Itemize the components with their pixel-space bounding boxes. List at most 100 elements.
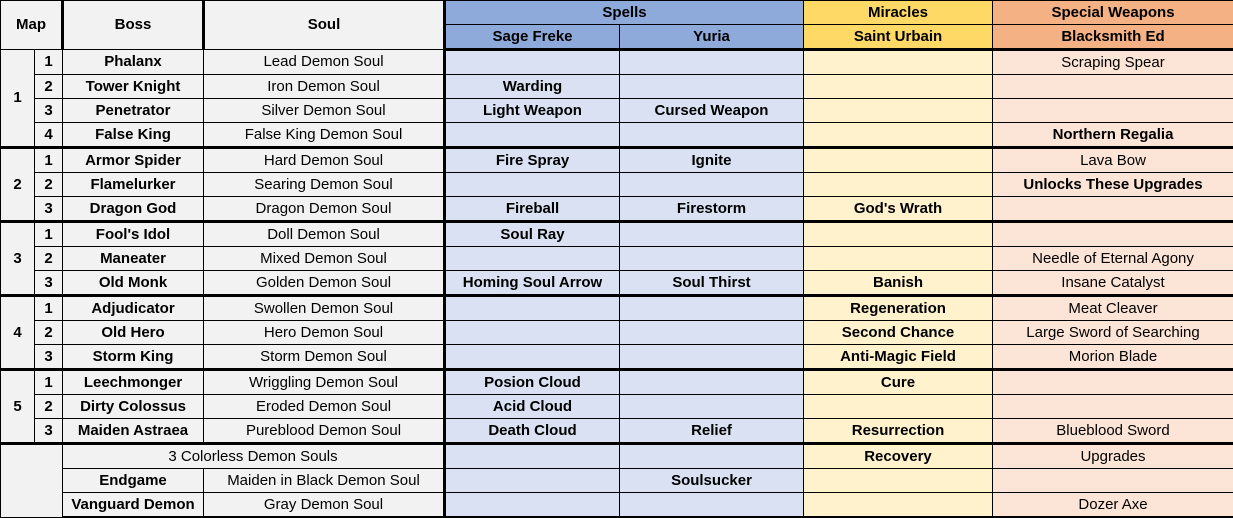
saint-urbain-miracle bbox=[804, 222, 993, 247]
boss-name: Fool's Idol bbox=[63, 222, 204, 247]
boss-name: Dirty Colossus bbox=[63, 395, 204, 419]
soul-name: Dragon Demon Soul bbox=[204, 197, 445, 222]
sage-freke-spell bbox=[445, 296, 620, 321]
soul-name: Lead Demon Soul bbox=[204, 50, 445, 75]
soul-name: Iron Demon Soul bbox=[204, 75, 445, 99]
table-row: 21Armor SpiderHard Demon SoulFire SprayI… bbox=[1, 148, 1233, 173]
boss-name: Dragon God bbox=[63, 197, 204, 222]
soul-name: Silver Demon Soul bbox=[204, 99, 445, 123]
soul-name: Golden Demon Soul bbox=[204, 271, 445, 296]
soul-name: Pureblood Demon Soul bbox=[204, 419, 445, 444]
sub-number: 1 bbox=[35, 296, 63, 321]
saint-urbain-miracle bbox=[804, 148, 993, 173]
sage-freke-spell: Fire Spray bbox=[445, 148, 620, 173]
table-row: 2Old HeroHero Demon SoulSecond ChanceLar… bbox=[1, 321, 1233, 345]
soul-name: Doll Demon Soul bbox=[204, 222, 445, 247]
sub-number: 2 bbox=[35, 247, 63, 271]
yuria-spell bbox=[620, 370, 804, 395]
sage-freke-spell bbox=[445, 493, 620, 518]
header-blacksmith-ed: Blacksmith Ed bbox=[993, 25, 1233, 50]
saint-urbain-miracle: Resurrection bbox=[804, 419, 993, 444]
soul-name: Swollen Demon Soul bbox=[204, 296, 445, 321]
soul-name: Mixed Demon Soul bbox=[204, 247, 445, 271]
saint-urbain-miracle bbox=[804, 173, 993, 197]
saint-urbain-miracle bbox=[804, 123, 993, 148]
blacksmith-ed-weapon: Northern Regalia bbox=[993, 123, 1233, 148]
blacksmith-ed-weapon bbox=[993, 99, 1233, 123]
blacksmith-ed-weapon bbox=[993, 197, 1233, 222]
yuria-spell: Cursed Weapon bbox=[620, 99, 804, 123]
boss-name: Maiden Astraea bbox=[63, 419, 204, 444]
saint-urbain-miracle: Regeneration bbox=[804, 296, 993, 321]
sub-number: 3 bbox=[35, 99, 63, 123]
boss-name: Vanguard Demon bbox=[63, 493, 204, 518]
yuria-spell bbox=[620, 173, 804, 197]
yuria-spell bbox=[620, 296, 804, 321]
sub-number: 2 bbox=[35, 395, 63, 419]
sub-number: 2 bbox=[35, 321, 63, 345]
table-row: 3Maiden AstraeaPureblood Demon SoulDeath… bbox=[1, 419, 1233, 444]
saint-urbain-miracle: Anti-Magic Field bbox=[804, 345, 993, 370]
header-special-weapons: Special Weapons bbox=[993, 1, 1233, 25]
boss-name: Maneater bbox=[63, 247, 204, 271]
table-row: 2FlamelurkerSearing Demon SoulUnlocks Th… bbox=[1, 173, 1233, 197]
blacksmith-ed-weapon: Large Sword of Searching bbox=[993, 321, 1233, 345]
boss-name: Phalanx bbox=[63, 50, 204, 75]
sub-number: 2 bbox=[35, 75, 63, 99]
yuria-spell bbox=[620, 345, 804, 370]
soul-name: Storm Demon Soul bbox=[204, 345, 445, 370]
soul-name: Searing Demon Soul bbox=[204, 173, 445, 197]
soul-name: Hard Demon Soul bbox=[204, 148, 445, 173]
header-yuria: Yuria bbox=[620, 25, 804, 50]
boss-name: Penetrator bbox=[63, 99, 204, 123]
saint-urbain-miracle bbox=[804, 99, 993, 123]
blacksmith-ed-weapon bbox=[993, 469, 1233, 493]
saint-urbain-miracle bbox=[804, 75, 993, 99]
blacksmith-ed-weapon bbox=[993, 222, 1233, 247]
header-sage-freke: Sage Freke bbox=[445, 25, 620, 50]
table-row: 3Dragon GodDragon Demon SoulFireballFire… bbox=[1, 197, 1233, 222]
blacksmith-ed-weapon: Dozer Axe bbox=[993, 493, 1233, 518]
saint-urbain-miracle bbox=[804, 50, 993, 75]
saint-urbain-miracle bbox=[804, 395, 993, 419]
blacksmith-ed-weapon bbox=[993, 75, 1233, 99]
sage-freke-spell bbox=[445, 50, 620, 75]
boss-name: Old Hero bbox=[63, 321, 204, 345]
map-number: 3 bbox=[1, 222, 35, 296]
saint-urbain-miracle: Banish bbox=[804, 271, 993, 296]
table-row: 2ManeaterMixed Demon SoulNeedle of Etern… bbox=[1, 247, 1233, 271]
yuria-spell bbox=[620, 493, 804, 518]
soul-name: Hero Demon Soul bbox=[204, 321, 445, 345]
soul-name: Eroded Demon Soul bbox=[204, 395, 445, 419]
yuria-spell bbox=[620, 123, 804, 148]
sub-number: 4 bbox=[35, 123, 63, 148]
boss-name: Tower Knight bbox=[63, 75, 204, 99]
table-row: 3 Colorless Demon SoulsRecoveryUpgrades bbox=[1, 444, 1233, 469]
table-row: 2Tower KnightIron Demon SoulWarding bbox=[1, 75, 1233, 99]
blacksmith-ed-weapon bbox=[993, 370, 1233, 395]
table-row: EndgameMaiden in Black Demon SoulSoulsuc… bbox=[1, 469, 1233, 493]
table-row: 3Storm KingStorm Demon SoulAnti-Magic Fi… bbox=[1, 345, 1233, 370]
yuria-spell: Ignite bbox=[620, 148, 804, 173]
yuria-spell bbox=[620, 75, 804, 99]
demon-souls-boss-table: Map Boss Soul Spells Miracles Special We… bbox=[0, 0, 1233, 518]
header-boss: Boss bbox=[63, 1, 204, 50]
blacksmith-ed-weapon: Morion Blade bbox=[993, 345, 1233, 370]
yuria-spell: Soulsucker bbox=[620, 469, 804, 493]
sage-freke-spell: Light Weapon bbox=[445, 99, 620, 123]
header-soul: Soul bbox=[204, 1, 445, 50]
table-row: Vanguard DemonGray Demon SoulDozer Axe bbox=[1, 493, 1233, 518]
sage-freke-spell bbox=[445, 173, 620, 197]
colorless-souls-label: 3 Colorless Demon Souls bbox=[63, 444, 445, 469]
yuria-spell: Soul Thirst bbox=[620, 271, 804, 296]
header-miracles: Miracles bbox=[804, 1, 993, 25]
yuria-spell: Relief bbox=[620, 419, 804, 444]
map-number: 1 bbox=[1, 50, 35, 148]
sage-freke-spell: Soul Ray bbox=[445, 222, 620, 247]
header-map: Map bbox=[1, 1, 63, 50]
yuria-spell bbox=[620, 222, 804, 247]
sub-number: 1 bbox=[35, 370, 63, 395]
yuria-spell bbox=[620, 321, 804, 345]
blacksmith-ed-weapon: Blueblood Sword bbox=[993, 419, 1233, 444]
map-number: 2 bbox=[1, 148, 35, 222]
